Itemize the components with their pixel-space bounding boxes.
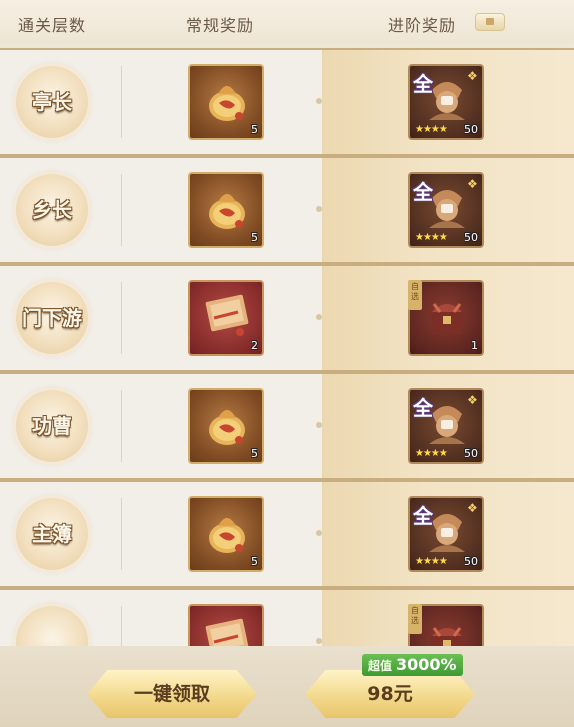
rarity-corner-icon: ❖: [467, 501, 478, 515]
full-set-mark: 全: [413, 396, 433, 420]
level-name: [16, 606, 88, 646]
advanced-reward-item[interactable]: 全 ❖ ★★★★ 50: [408, 172, 484, 248]
full-set-mark: 全: [413, 504, 433, 528]
header-regular-reward: 常规奖励: [186, 16, 255, 35]
item-quantity: 50: [464, 447, 478, 460]
level-name: 门下游: [22, 306, 82, 330]
item-quantity: 2: [251, 339, 258, 352]
star-rating: ★★★★: [415, 448, 448, 459]
column-divider: [121, 282, 122, 354]
rarity-corner-icon: ❖: [467, 177, 478, 191]
item-quantity: 50: [464, 555, 478, 568]
regular-reward-item[interactable]: 5: [188, 172, 264, 248]
item-quantity: 1: [471, 339, 478, 352]
badge-value: 3000%: [396, 655, 457, 674]
lock-icon: [475, 13, 505, 31]
item-quantity: 5: [251, 123, 258, 136]
column-divider: [121, 174, 122, 246]
advanced-reward-item[interactable]: 全 ❖ ★★★★ 50: [408, 496, 484, 572]
level-medal: 门下游: [16, 282, 88, 354]
level-name: 乡长: [32, 198, 72, 222]
regular-reward-item[interactable]: 2: [188, 280, 264, 356]
regular-reward-item[interactable]: 5: [188, 64, 264, 140]
zone-divider-dot: [316, 422, 322, 428]
zone-divider-dot: [316, 530, 322, 536]
zone-divider-dot: [316, 206, 322, 212]
star-rating: ★★★★: [415, 124, 448, 135]
regular-reward-item[interactable]: [188, 604, 264, 646]
zone-divider-dot: [316, 98, 322, 104]
advanced-reward-item[interactable]: 自选: [408, 604, 484, 646]
item-quantity: 5: [251, 555, 258, 568]
header-level: 通关层数: [18, 16, 87, 35]
regular-reward-item[interactable]: 5: [188, 388, 264, 464]
level-medal: [16, 606, 88, 646]
level-medal: 功曹: [16, 390, 88, 462]
column-divider: [121, 390, 122, 462]
reward-row: 自选: [0, 588, 574, 646]
price-label: 98元: [367, 683, 413, 705]
reward-row: 亭长 5 全 ❖ ★★★★ 50: [0, 48, 574, 156]
item-quantity: 5: [251, 447, 258, 460]
reward-row: 主簿 5 全 ❖ ★★★★ 50: [0, 480, 574, 588]
item-quantity: 5: [251, 231, 258, 244]
level-medal: 主簿: [16, 498, 88, 570]
rarity-corner-icon: ❖: [467, 69, 478, 83]
advanced-reward-item[interactable]: 全 ❖ ★★★★ 50: [408, 64, 484, 140]
column-divider: [121, 66, 122, 138]
level-medal: 亭长: [16, 66, 88, 138]
reward-row: 门下游 2 自选 1: [0, 264, 574, 372]
claim-all-label: 一键领取: [133, 683, 210, 705]
zone-divider-dot: [316, 314, 322, 320]
item-quantity: 50: [464, 231, 478, 244]
level-medal: 乡长: [16, 174, 88, 246]
full-set-mark: 全: [413, 72, 433, 96]
level-name: 亭长: [32, 90, 72, 114]
column-divider: [121, 606, 122, 646]
level-name: 功曹: [32, 414, 72, 438]
footer-bar: 一键领取 98元: [0, 646, 574, 727]
item-quantity: 50: [464, 123, 478, 136]
regular-reward-item[interactable]: 5: [188, 496, 264, 572]
optional-tag: 自选: [408, 280, 422, 310]
reward-list[interactable]: 亭长 5 全 ❖ ★★★★ 50 乡长 5 全 ❖ ★★★★ 50 门下游 2 自选 1 功曹 5 全 ❖ ★★★★ 50…: [0, 48, 574, 646]
column-divider: [121, 498, 122, 570]
zone-divider-dot: [316, 638, 322, 644]
reward-row: 功曹 5 全 ❖ ★★★★ 50: [0, 372, 574, 480]
badge-prefix: 超值: [368, 659, 393, 673]
rarity-corner-icon: ❖: [467, 393, 478, 407]
advanced-reward-item[interactable]: 全 ❖ ★★★★ 50: [408, 388, 484, 464]
purchase-button[interactable]: 98元: [305, 670, 475, 718]
reward-row: 乡长 5 全 ❖ ★★★★ 50: [0, 156, 574, 264]
claim-all-button[interactable]: 一键领取: [87, 670, 257, 718]
advanced-reward-item[interactable]: 自选 1: [408, 280, 484, 356]
value-badge: 超值 3000%: [362, 654, 463, 676]
optional-tag: 自选: [408, 604, 422, 634]
header-advanced-reward: 进阶奖励: [388, 16, 457, 35]
full-set-mark: 全: [413, 180, 433, 204]
reward-table-header: 通关层数 常规奖励 进阶奖励: [0, 0, 574, 44]
star-rating: ★★★★: [415, 232, 448, 243]
level-name: 主簿: [32, 522, 72, 546]
star-rating: ★★★★: [415, 556, 448, 567]
